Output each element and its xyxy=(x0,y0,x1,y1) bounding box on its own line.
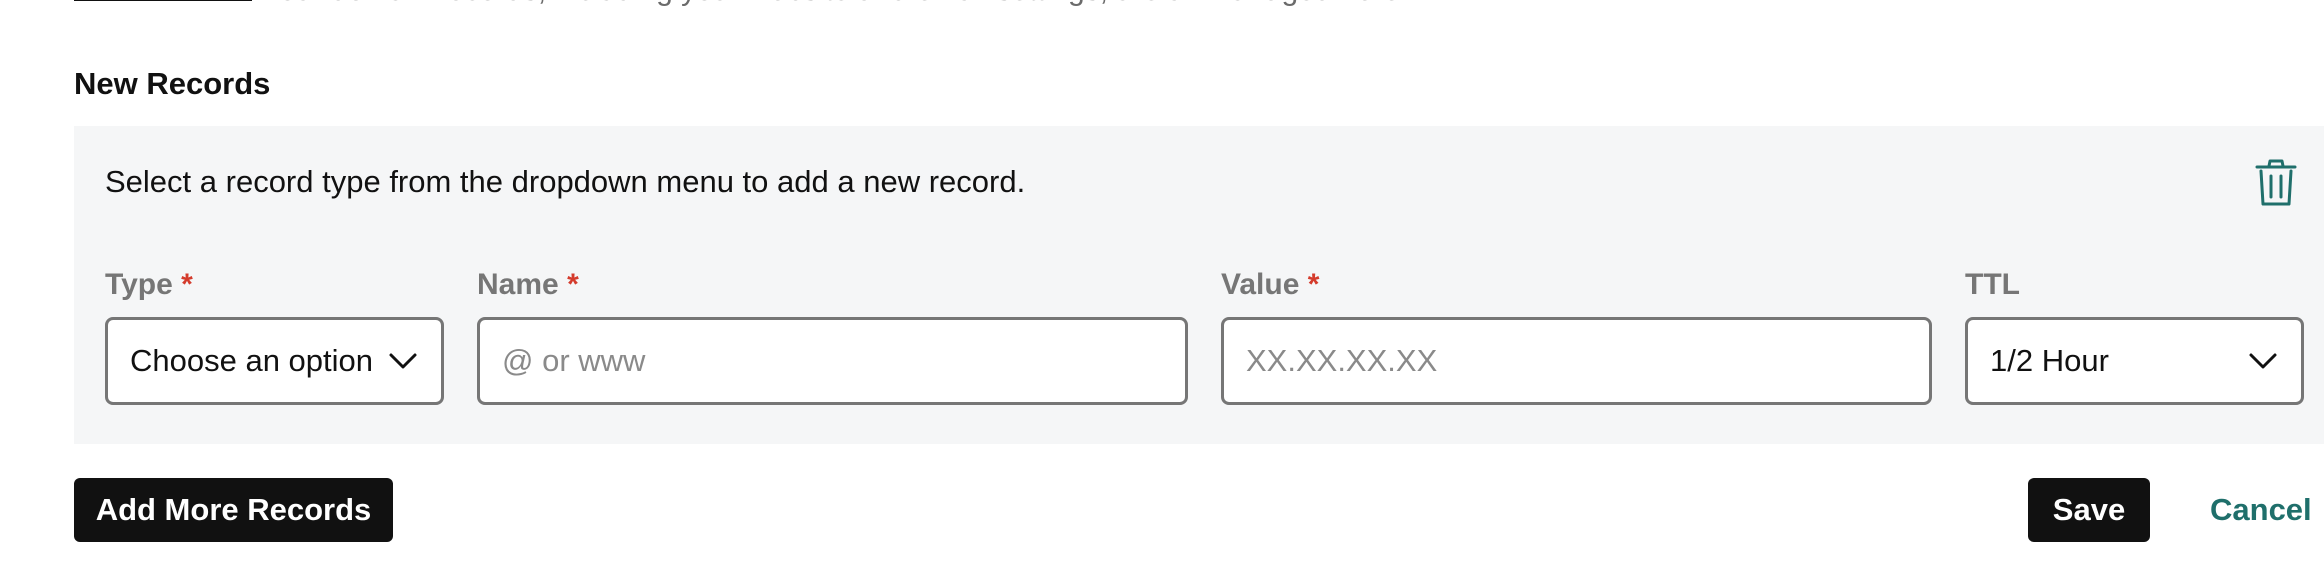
value-input[interactable] xyxy=(1246,343,1907,379)
intro-text-fragment: Your domain records, including your webs… xyxy=(0,0,1800,7)
type-select-value: Choose an option xyxy=(130,343,374,378)
intro-text: Your domain records, including your webs… xyxy=(262,0,1408,8)
cancel-button[interactable]: Cancel xyxy=(2210,478,2312,542)
section-title: New Records xyxy=(74,66,271,101)
value-label-text: Value xyxy=(1221,268,1300,301)
name-input[interactable] xyxy=(502,343,1163,379)
required-marker: * xyxy=(181,268,193,301)
panel-instructions: Select a record type from the dropdown m… xyxy=(105,164,1026,199)
ttl-label: TTL xyxy=(1965,268,2020,302)
name-label: Name * xyxy=(477,268,579,302)
type-label: Type * xyxy=(105,268,193,302)
required-marker: * xyxy=(567,268,579,301)
required-marker: * xyxy=(1307,268,1320,301)
save-button[interactable]: Save xyxy=(2028,478,2150,542)
type-select[interactable]: Choose an option xyxy=(105,317,444,405)
name-label-text: Name xyxy=(477,268,559,301)
new-record-panel: Select a record type from the dropdown m… xyxy=(74,126,2324,444)
ttl-label-text: TTL xyxy=(1965,268,2020,301)
intro-link-underline[interactable] xyxy=(74,0,252,1)
add-more-records-button[interactable]: Add More Records xyxy=(74,478,393,542)
chevron-down-icon xyxy=(2249,353,2277,369)
name-field[interactable] xyxy=(477,317,1188,405)
trash-icon xyxy=(2255,159,2297,206)
chevron-down-icon xyxy=(389,353,417,369)
type-label-text: Type xyxy=(105,268,173,301)
value-field[interactable] xyxy=(1221,317,1932,405)
delete-record-button[interactable] xyxy=(2254,158,2298,208)
ttl-select[interactable]: 1/2 Hour xyxy=(1965,317,2304,405)
ttl-select-value: 1/2 Hour xyxy=(1990,343,2109,378)
value-label: Value * xyxy=(1221,268,1319,302)
